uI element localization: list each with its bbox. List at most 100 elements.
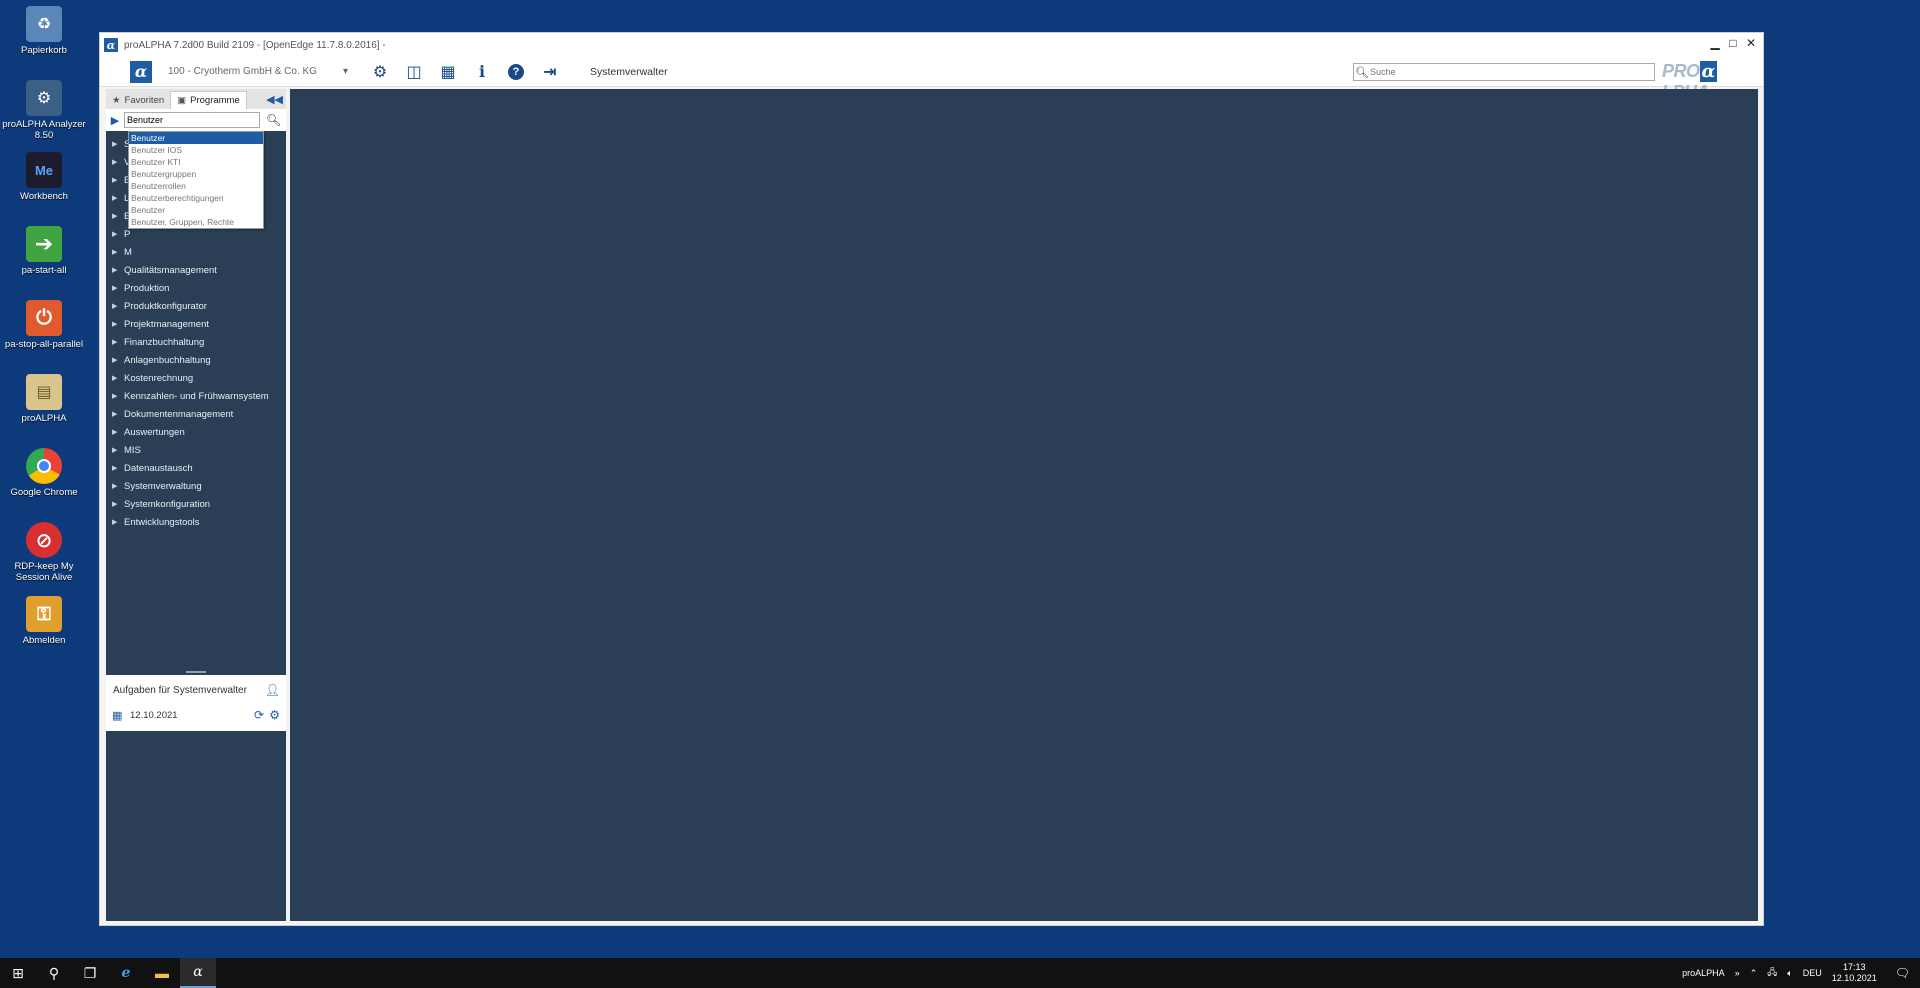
- tree-item[interactable]: ▶ Finanzbuchhaltung: [106, 333, 286, 351]
- search-icon[interactable]: 🔍︎: [266, 113, 281, 127]
- calendar-icon[interactable]: ▦: [112, 709, 122, 722]
- layout-grid-icon: ▦: [440, 63, 456, 81]
- stop-power-icon: ⏻: [26, 300, 62, 336]
- dropdown-option[interactable]: Benutzer, Gruppen, Rechte: [129, 216, 263, 228]
- tree-item-label: Projektmanagement: [124, 318, 210, 330]
- expand-caret-icon: ▶: [112, 303, 118, 310]
- expand-caret-icon: ▶: [112, 465, 118, 472]
- expand-caret-icon: ▶: [112, 213, 118, 220]
- folder-icon: ▣: [177, 95, 187, 106]
- layout-button[interactable]: ▦: [438, 62, 458, 82]
- volume-icon[interactable]: 🔈︎: [1787, 968, 1792, 979]
- desktop-icon-proalpha[interactable]: ▤ proALPHA: [2, 374, 86, 444]
- tree-item[interactable]: ▶ Kostenrechnung: [106, 369, 286, 387]
- tree-item-label: MIS: [124, 444, 141, 456]
- refresh-icon[interactable]: ⟳: [254, 708, 264, 722]
- tasks-header: Aufgaben für Systemverwalter 👤︎ ▦ 12.10.…: [106, 675, 286, 731]
- taskbar-proalpha-button[interactable]: α: [180, 958, 216, 988]
- tray-overflow-icon[interactable]: ⌃: [1750, 968, 1758, 979]
- recycle-bin-icon: ♻: [26, 6, 62, 42]
- network-icon[interactable]: 🖧︎: [1767, 965, 1777, 981]
- tree-item[interactable]: ▶ Qualitätsmanagement: [106, 261, 286, 279]
- desktop-icon-workbench[interactable]: Me Workbench: [2, 152, 86, 222]
- gear-icon: ⚙: [372, 63, 388, 81]
- maximize-button[interactable]: □: [1727, 36, 1739, 50]
- tab-favorites[interactable]: ★ Favoriten: [106, 91, 170, 109]
- task-view-icon: ❐: [83, 964, 97, 981]
- dropdown-option[interactable]: Benutzer IOS: [129, 144, 263, 156]
- dropdown-option[interactable]: Benutzer: [129, 132, 263, 144]
- logout-button[interactable]: ⇥: [540, 62, 560, 82]
- start-arrow-icon: ➔: [26, 226, 62, 262]
- tree-item[interactable]: ▶ MIS: [106, 441, 286, 459]
- alpha-menu-button[interactable]: α: [130, 60, 152, 83]
- collapse-panel-icon[interactable]: ◀◀: [266, 93, 283, 106]
- global-search-input[interactable]: [1370, 67, 1654, 77]
- settings-button[interactable]: ⚙: [370, 62, 390, 82]
- taskbar-ie-button[interactable]: e: [108, 958, 144, 988]
- taskbar-explorer-button[interactable]: ▬: [144, 958, 180, 988]
- dropdown-option[interactable]: Benutzerberechtigungen: [129, 192, 263, 204]
- tree-item-label: Dokumentenmanagement: [124, 408, 234, 420]
- user-icon[interactable]: 👤︎: [265, 683, 280, 697]
- desktop-icon-analyzer[interactable]: ⚙ proALPHA Analyzer 8.50: [2, 80, 86, 150]
- expand-caret-icon: ▶: [112, 501, 118, 508]
- tree-item[interactable]: ▶ Systemverwaltung: [106, 477, 286, 495]
- tray-chevron-icon[interactable]: »: [1735, 968, 1740, 978]
- dropdown-option[interactable]: Benutzer KTI: [129, 156, 263, 168]
- tasks-date: 12.10.2021: [130, 710, 178, 721]
- expand-caret-icon: ▶: [112, 429, 118, 436]
- tree-item[interactable]: ▶ Dokumentenmanagement: [106, 405, 286, 423]
- tree-item[interactable]: ▶ M: [106, 243, 286, 261]
- task-view-button[interactable]: ❐: [72, 958, 108, 988]
- run-play-icon[interactable]: ▶: [106, 114, 124, 127]
- start-button[interactable]: ⊞: [0, 958, 36, 988]
- desktop-icon-rdp-keep-alive[interactable]: ⊘ RDP-keep My Session Alive: [2, 522, 86, 592]
- panel-splitter-handle[interactable]: [186, 671, 206, 673]
- tray-app-label[interactable]: proALPHA: [1682, 968, 1725, 978]
- tree-item[interactable]: ▶ Kennzahlen- und Frühwarnsystem: [106, 387, 286, 405]
- chrome-icon: [26, 448, 62, 484]
- dropdown-option[interactable]: Benutzerrollen: [129, 180, 263, 192]
- global-search-box[interactable]: 🔍︎: [1353, 63, 1655, 81]
- tree-item[interactable]: ▶ Auswertungen: [106, 423, 286, 441]
- desktop-icon-abmelden[interactable]: ⚿ Abmelden: [2, 596, 86, 666]
- star-icon: ★: [112, 94, 121, 106]
- tree-item[interactable]: ▶ Anlagenbuchhaltung: [106, 351, 286, 369]
- tree-item[interactable]: ▶ Entwicklungstools: [106, 513, 286, 531]
- tree-item-label: Systemkonfiguration: [124, 498, 211, 510]
- expand-caret-icon: ▶: [112, 339, 118, 346]
- system-tray: proALPHA » ⌃ 🖧︎ 🔈︎ DEU 17:13 12.10.2021 …: [1682, 958, 1920, 988]
- workbench-icon: Me: [26, 152, 62, 188]
- program-search-input[interactable]: [124, 112, 260, 128]
- notification-icon[interactable]: 🗨︎: [1895, 966, 1910, 980]
- tree-item[interactable]: ▶ Datenaustausch: [106, 459, 286, 477]
- proalpha-logo-icon: α: [104, 38, 118, 52]
- company-selector[interactable]: 100 - Cryotherm GmbH & Co. KG ▾: [168, 66, 348, 77]
- info-button[interactable]: i: [472, 62, 492, 82]
- help-button[interactable]: ?: [506, 62, 526, 82]
- panel-icon: ◫: [406, 63, 422, 81]
- expand-caret-icon: ▶: [112, 357, 118, 364]
- panel-toggle-button[interactable]: ◫: [404, 62, 424, 82]
- dropdown-option[interactable]: Benutzer: [129, 204, 263, 216]
- input-language[interactable]: DEU: [1803, 968, 1822, 978]
- close-button[interactable]: ✕: [1745, 36, 1757, 50]
- tree-item[interactable]: ▶ Systemkonfiguration: [106, 495, 286, 513]
- minimize-button[interactable]: ▁: [1709, 36, 1721, 50]
- desktop-icon-pa-start-all[interactable]: ➔ pa-start-all: [2, 226, 86, 296]
- taskbar-search-button[interactable]: ⚲: [36, 958, 72, 988]
- desktop-icon-pa-stop-all[interactable]: ⏻ pa-stop-all-parallel: [2, 300, 86, 370]
- exit-door-icon: ⇥: [543, 63, 557, 81]
- tree-item[interactable]: ▶ Projektmanagement: [106, 315, 286, 333]
- dropdown-option[interactable]: Benutzergruppen: [129, 168, 263, 180]
- tree-item[interactable]: ▶ Produktion: [106, 279, 286, 297]
- desktop-icon-papierkorb[interactable]: ♻ Papierkorb: [2, 6, 86, 76]
- tab-programs[interactable]: ▣ Programme: [170, 91, 247, 109]
- tree-item-label: Systemverwaltung: [124, 480, 202, 492]
- clock[interactable]: 17:13 12.10.2021: [1832, 962, 1877, 984]
- desktop-icon-chrome[interactable]: Google Chrome: [2, 448, 86, 518]
- tree-item[interactable]: ▶ Produktkonfigurator: [106, 297, 286, 315]
- document-icon: ▤: [26, 374, 62, 410]
- gear-icon[interactable]: ⚙: [269, 708, 280, 722]
